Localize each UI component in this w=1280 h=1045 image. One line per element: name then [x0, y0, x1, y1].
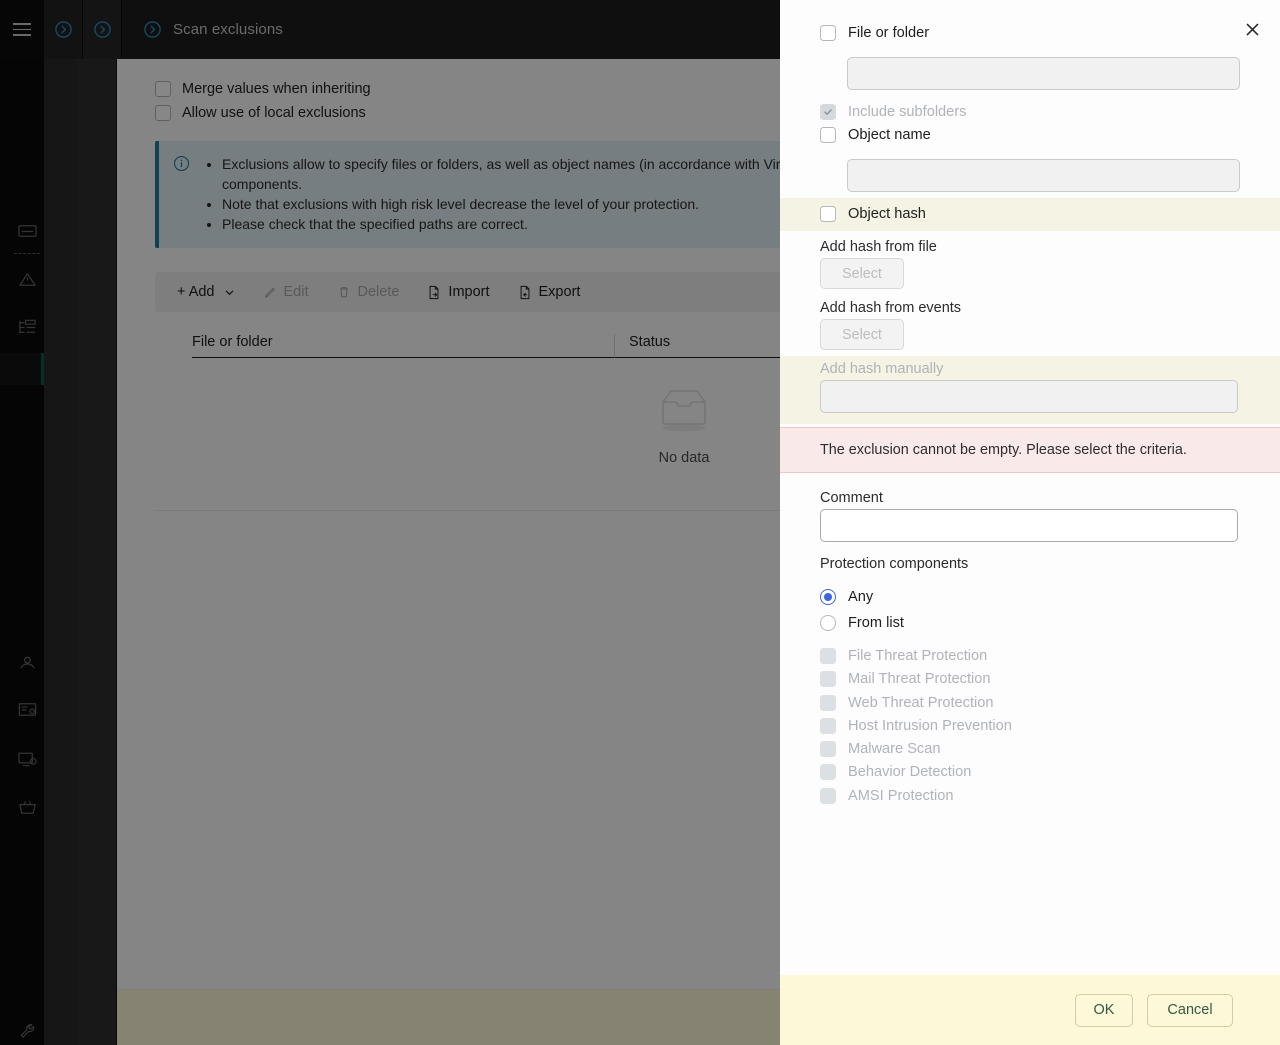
select-label: Select: [842, 265, 882, 282]
file-or-folder-checkbox[interactable]: [820, 25, 836, 41]
object-name-checkbox-row[interactable]: Object name: [820, 127, 931, 143]
include-subfolders-row[interactable]: Include subfolders: [820, 104, 966, 120]
checkbox[interactable]: [820, 718, 836, 734]
add-hash-from-events-select-button[interactable]: Select: [820, 319, 904, 350]
checkbox[interactable]: [820, 788, 836, 804]
component-label: Web Threat Protection: [848, 695, 994, 711]
component-amsi-protection[interactable]: AMSI Protection: [820, 788, 953, 804]
checkbox[interactable]: [820, 764, 836, 780]
object-name-label: Object name: [848, 127, 931, 143]
component-label: Behavior Detection: [848, 764, 972, 780]
radio-from-list-label: From list: [848, 615, 904, 631]
object-hash-checkbox[interactable]: [820, 206, 836, 222]
checkbox[interactable]: [820, 741, 836, 757]
add-hash-from-file-caption: Add hash from file: [820, 239, 937, 255]
cancel-button[interactable]: Cancel: [1147, 993, 1233, 1027]
protection-components-label: Protection components: [820, 556, 969, 572]
add-hash-manually-caption: Add hash manually: [820, 361, 944, 377]
object-name-input[interactable]: [847, 159, 1240, 192]
exclusion-panel-body: File or folder Include subfolders Object…: [780, 0, 1280, 975]
ok-button[interactable]: OK: [1075, 993, 1133, 1027]
component-file-threat-protection[interactable]: File Threat Protection: [820, 648, 987, 664]
component-label: Host Intrusion Prevention: [848, 718, 1012, 734]
radio-from-list[interactable]: [820, 615, 836, 631]
exclusion-panel: File or folder Include subfolders Object…: [780, 0, 1280, 1045]
comment-label: Comment: [820, 490, 883, 506]
error-message: The exclusion cannot be empty. Please se…: [820, 442, 1187, 458]
cancel-label: Cancel: [1167, 1002, 1213, 1018]
include-subfolders-checkbox[interactable]: [820, 104, 836, 120]
component-mail-threat-protection[interactable]: Mail Threat Protection: [820, 671, 991, 687]
screen: Scan exclusions Merge values when inheri…: [0, 0, 1280, 1045]
component-malware-scan[interactable]: Malware Scan: [820, 741, 940, 757]
checkbox[interactable]: [820, 695, 836, 711]
protection-radio-any[interactable]: Any: [820, 589, 873, 605]
component-behavior-detection[interactable]: Behavior Detection: [820, 764, 971, 780]
checkbox[interactable]: [820, 648, 836, 664]
object-hash-label: Object hash: [848, 206, 926, 222]
checkbox[interactable]: [820, 671, 836, 687]
panel-footer: OK Cancel: [780, 975, 1280, 1045]
file-or-folder-label: File or folder: [848, 25, 930, 41]
file-or-folder-input[interactable]: [847, 57, 1240, 90]
ok-label: OK: [1093, 1002, 1115, 1018]
component-label: Mail Threat Protection: [848, 671, 991, 687]
modal-overlay[interactable]: [0, 0, 780, 1045]
add-hash-from-events-caption: Add hash from events: [820, 300, 962, 316]
close-icon: [1246, 23, 1258, 35]
select-label: Select: [842, 326, 882, 343]
file-or-folder-checkbox-row[interactable]: File or folder: [820, 25, 929, 41]
object-name-checkbox[interactable]: [820, 127, 836, 143]
radio-any[interactable]: [820, 589, 836, 605]
component-host-intrusion-prevention[interactable]: Host Intrusion Prevention: [820, 718, 1012, 734]
protection-radio-from-list[interactable]: From list: [820, 615, 904, 631]
close-button[interactable]: [1239, 16, 1265, 42]
component-label: Malware Scan: [848, 741, 941, 757]
component-label: AMSI Protection: [848, 788, 954, 804]
include-subfolders-label: Include subfolders: [848, 104, 967, 120]
object-hash-checkbox-row[interactable]: Object hash: [820, 206, 926, 222]
add-hash-from-file-select-button[interactable]: Select: [820, 258, 904, 289]
radio-any-label: Any: [848, 589, 874, 605]
add-hash-manually-input[interactable]: [820, 380, 1238, 413]
component-label: File Threat Protection: [848, 648, 988, 664]
check-icon: [824, 109, 832, 115]
component-web-threat-protection[interactable]: Web Threat Protection: [820, 695, 993, 711]
comment-input[interactable]: [820, 509, 1238, 542]
